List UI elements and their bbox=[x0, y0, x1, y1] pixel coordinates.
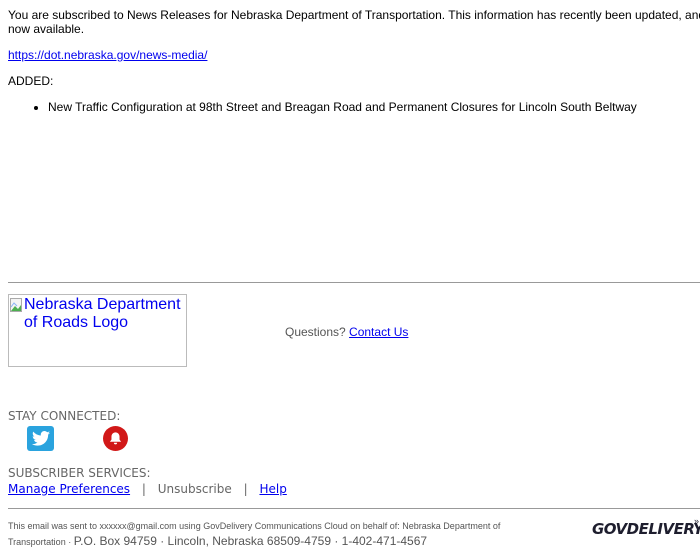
questions-label: Questions? bbox=[285, 325, 346, 339]
twitter-icon[interactable] bbox=[27, 426, 54, 451]
divider bbox=[8, 282, 700, 283]
added-label: ADDED: bbox=[8, 74, 54, 88]
logo-image-placeholder[interactable]: Nebraska Department of Roads Logo bbox=[8, 294, 187, 367]
intro-text: You are subscribed to News Releases for … bbox=[8, 8, 700, 36]
separator: | bbox=[243, 482, 248, 496]
govdelivery-logo[interactable]: GOVDELIVERY bbox=[592, 520, 700, 538]
footer-text: This email was sent to xxxxxx@gmail.com … bbox=[8, 520, 578, 550]
manage-preferences-link[interactable]: Manage Preferences bbox=[8, 482, 130, 496]
contact-us-link[interactable]: Contact Us bbox=[349, 325, 408, 339]
subscriber-services-label: SUBSCRIBER SERVICES: bbox=[8, 466, 151, 480]
news-media-link[interactable]: https://dot.nebraska.gov/news-media/ bbox=[8, 48, 207, 62]
divider bbox=[8, 508, 700, 509]
help-link[interactable]: Help bbox=[259, 482, 286, 496]
added-list: New Traffic Configuration at 98th Street… bbox=[30, 100, 637, 114]
questions-line: Questions? Contact Us bbox=[285, 325, 408, 339]
unsubscribe-text[interactable]: Unsubscribe bbox=[158, 482, 232, 496]
stay-connected-label: STAY CONNECTED: bbox=[8, 409, 121, 423]
footer-address: P.O. Box 94759 · Lincoln, Nebraska 68509… bbox=[73, 534, 428, 548]
subscriber-services-links: Manage Preferences | Unsubscribe | Help bbox=[8, 482, 287, 496]
govdelivery-arrow-icon: » bbox=[694, 516, 700, 526]
notification-bell-icon[interactable] bbox=[103, 426, 128, 451]
logo-alt-text: Nebraska Department of Roads Logo bbox=[24, 296, 181, 331]
broken-image-icon bbox=[10, 298, 24, 312]
news-media-link-line: https://dot.nebraska.gov/news-media/ bbox=[8, 48, 207, 62]
footer-line-1: This email was sent to xxxxxx@gmail.com … bbox=[8, 521, 501, 531]
footer-line-2-small: Transportation · bbox=[8, 537, 74, 547]
list-item: New Traffic Configuration at 98th Street… bbox=[48, 100, 637, 114]
separator: | bbox=[141, 482, 146, 496]
